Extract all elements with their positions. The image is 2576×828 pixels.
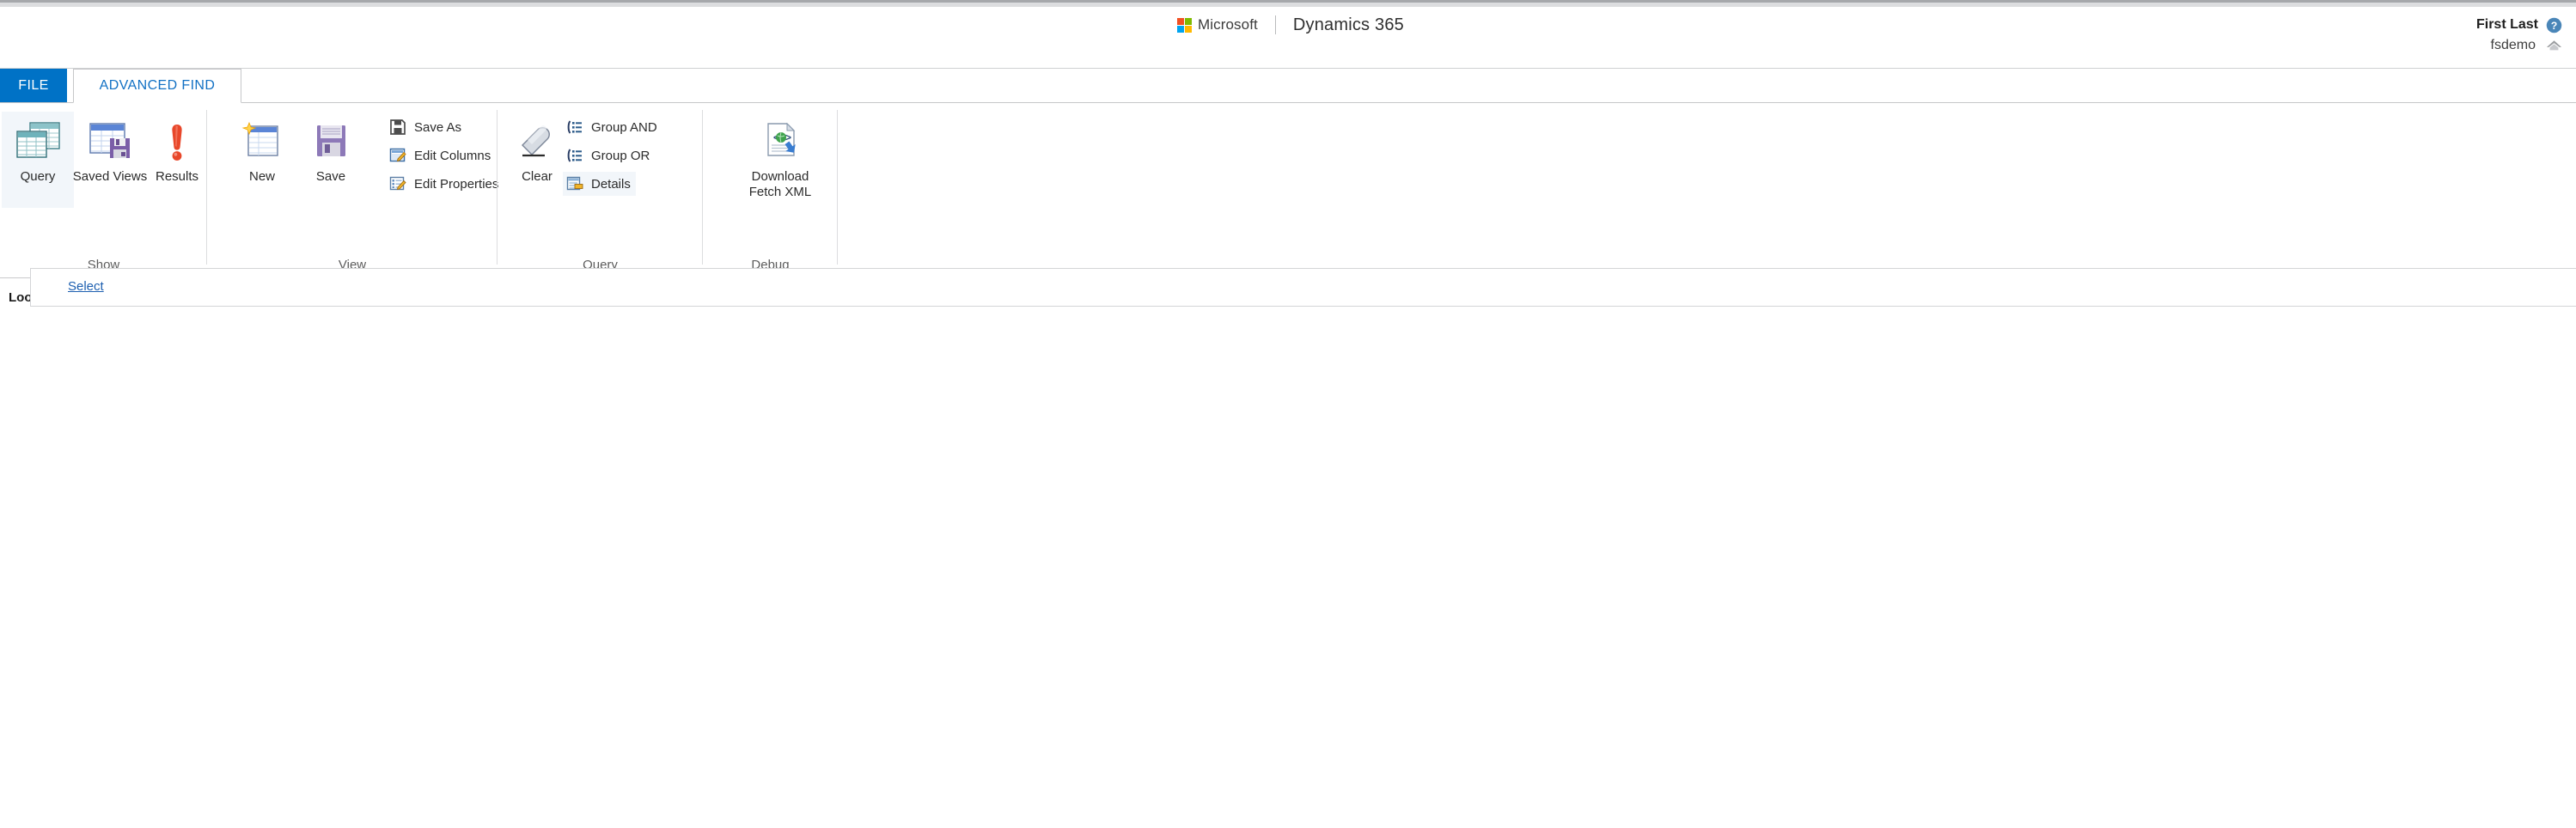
ribbon-button-edit-columns-label: Edit Columns [414, 148, 491, 163]
ribbon-button-download-fetch-xml[interactable]: < > Download Fetch XML [734, 112, 827, 208]
ribbon-button-details[interactable]: Details [563, 172, 636, 196]
ribbon-button-new-label: New [248, 169, 275, 184]
user-name: First Last [2475, 17, 2538, 32]
tab-file-label: FILE [18, 78, 49, 93]
ribbon-button-edit-columns[interactable]: Edit Columns [386, 143, 496, 167]
user-name-row: First Last ? [2476, 15, 2562, 34]
ribbon-button-download-fetch-xml-label: Download Fetch XML [748, 169, 812, 199]
user-block: First Last ? fsdemo [2476, 15, 2562, 55]
saved-views-icon [87, 119, 133, 165]
ribbon-button-query-label: Query [20, 169, 56, 184]
svg-text:>: > [785, 131, 791, 143]
tab-advanced-find-label: ADVANCED FIND [99, 78, 216, 93]
edit-columns-icon [388, 146, 407, 165]
ribbon-button-save-as[interactable]: Save As [386, 115, 467, 139]
save-floppy-icon [311, 119, 351, 165]
ribbon-tab-strip: FILE ADVANCED FIND [0, 69, 2576, 103]
eraser-icon [516, 119, 559, 165]
ribbon-group-view: New Save Save As Edit Columns Edit Prope… [207, 103, 498, 277]
ribbon-group-show: Query Saved Views Results Show [0, 103, 207, 277]
ribbon-group-query: Clear Group AND Group OR Details Query [497, 103, 703, 277]
ribbon-button-edit-properties-label: Edit Properties [414, 176, 499, 192]
ribbon-button-save-as-label: Save As [414, 119, 462, 135]
home-icon[interactable] [2546, 39, 2562, 52]
ribbon-button-group-or-label: Group OR [591, 148, 650, 163]
results-exclamation-icon [162, 119, 192, 165]
details-icon [565, 174, 584, 193]
user-org-row: fsdemo [2476, 36, 2562, 55]
group-or-icon [565, 146, 584, 165]
edit-properties-icon [388, 174, 407, 193]
query-tables-icon [15, 119, 61, 165]
ribbon: Query Saved Views Results Show New Save … [0, 102, 2576, 278]
tab-advanced-find[interactable]: ADVANCED FIND [73, 69, 241, 103]
ribbon-group-debug: < > Download Fetch XML Debug [703, 103, 838, 277]
microsoft-logo-icon [1177, 17, 1192, 33]
global-header: Microsoft Dynamics 365 First Last ? fsde… [0, 7, 2576, 69]
microsoft-wordmark: Microsoft [1198, 16, 1258, 33]
workspace-area [0, 307, 2576, 828]
ribbon-button-group-or[interactable]: Group OR [563, 143, 655, 167]
download-xml-icon: < > [759, 119, 802, 165]
ribbon-button-group-and[interactable]: Group AND [563, 115, 662, 139]
tab-file[interactable]: FILE [0, 69, 67, 103]
ribbon-group-separator-debug [837, 110, 838, 265]
ribbon-button-new[interactable]: New [226, 112, 298, 208]
ribbon-button-details-label: Details [591, 176, 631, 192]
user-org-name: fsdemo [2490, 38, 2536, 52]
select-attribute-link[interactable]: Select [68, 279, 104, 294]
brand-area: Microsoft Dynamics 365 [1177, 14, 1404, 36]
ribbon-button-save-label: Save [315, 169, 346, 184]
ribbon-button-results-label: Results [155, 169, 199, 184]
group-and-icon [565, 118, 584, 137]
save-as-icon [388, 118, 407, 137]
svg-text:?: ? [2551, 19, 2558, 31]
ribbon-button-edit-properties[interactable]: Edit Properties [386, 172, 504, 196]
ribbon-button-query[interactable]: Query [2, 112, 74, 208]
help-circle-icon[interactable]: ? [2546, 17, 2562, 33]
ribbon-button-saved-views[interactable]: Saved Views [73, 112, 147, 208]
ribbon-button-results[interactable]: Results [141, 112, 213, 208]
brand-separator [1274, 15, 1276, 34]
ribbon-button-save[interactable]: Save [295, 112, 367, 208]
dynamics-365-wordmark: Dynamics 365 [1292, 15, 1404, 34]
criteria-panel: Select [30, 268, 2576, 307]
ribbon-button-group-and-label: Group AND [591, 119, 657, 135]
new-view-icon [241, 119, 284, 165]
